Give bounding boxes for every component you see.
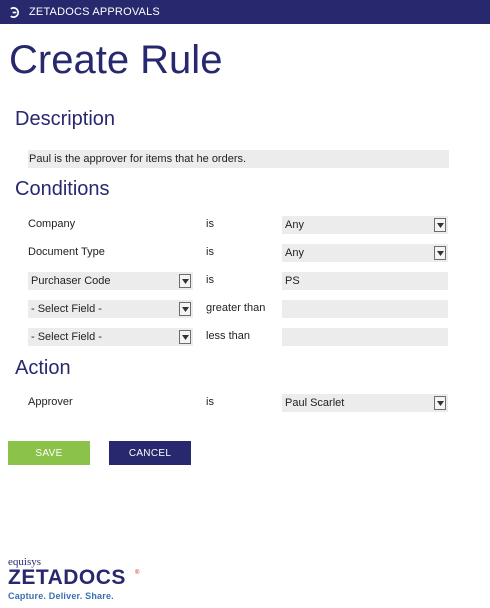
- condition-field-company: Company: [28, 218, 76, 230]
- chevron-down-icon[interactable]: [434, 246, 446, 260]
- condition-operator: is: [206, 274, 214, 286]
- zetadocs-wordmark: ZETADOCS: [8, 566, 126, 589]
- description-input[interactable]: Paul is the approver for items that he o…: [28, 150, 449, 168]
- less-than-value-input[interactable]: [282, 328, 448, 346]
- select-value: Any: [285, 247, 304, 259]
- select-value: - Select Field -: [31, 303, 102, 315]
- document-type-value-select[interactable]: Any: [282, 244, 448, 262]
- select-value: Paul Scarlet: [285, 397, 345, 409]
- condition-field-document-type: Document Type: [28, 246, 105, 258]
- company-value-select[interactable]: Any: [282, 216, 448, 234]
- app-header-bar: ZETADOCS APPROVALS: [0, 0, 490, 24]
- chevron-down-icon[interactable]: [179, 330, 191, 344]
- condition-operator: greater than: [206, 302, 266, 314]
- chevron-down-icon[interactable]: [434, 396, 446, 410]
- action-operator: is: [206, 396, 214, 408]
- select-value: Any: [285, 219, 304, 231]
- save-button[interactable]: SAVE: [8, 441, 90, 465]
- purchaser-code-value-input[interactable]: PS: [282, 272, 448, 290]
- description-heading: Description: [15, 108, 116, 130]
- page-title: Create Rule: [9, 38, 223, 82]
- chevron-down-icon[interactable]: [179, 274, 191, 288]
- select-value: - Select Field -: [31, 331, 102, 343]
- conditions-heading: Conditions: [15, 178, 110, 200]
- chevron-down-icon[interactable]: [179, 302, 191, 316]
- zetadocs-mark-icon: [10, 6, 20, 18]
- select-value: Purchaser Code: [31, 275, 111, 287]
- greater-than-value-input[interactable]: [282, 300, 448, 318]
- condition-field-select[interactable]: - Select Field -: [28, 328, 193, 346]
- approver-label: Approver: [28, 396, 73, 408]
- brand-tagline: Capture. Deliver. Share.: [8, 591, 114, 601]
- app-title: ZETADOCS APPROVALS: [29, 6, 160, 18]
- condition-field-select[interactable]: - Select Field -: [28, 300, 193, 318]
- condition-operator: is: [206, 218, 214, 230]
- zetadocs-logo: equisys ZETADOCS ® Capture. Deliver. Sha…: [8, 556, 148, 604]
- approver-select[interactable]: Paul Scarlet: [282, 394, 448, 412]
- create-rule-page: ZETADOCS APPROVALS Create Rule Descripti…: [0, 0, 490, 608]
- condition-operator: is: [206, 246, 214, 258]
- cancel-button[interactable]: CANCEL: [109, 441, 191, 465]
- condition-field-select[interactable]: Purchaser Code: [28, 272, 193, 290]
- chevron-down-icon[interactable]: [434, 218, 446, 232]
- registered-mark: ®: [135, 570, 140, 576]
- condition-operator: less than: [206, 330, 251, 342]
- action-heading: Action: [15, 357, 71, 379]
